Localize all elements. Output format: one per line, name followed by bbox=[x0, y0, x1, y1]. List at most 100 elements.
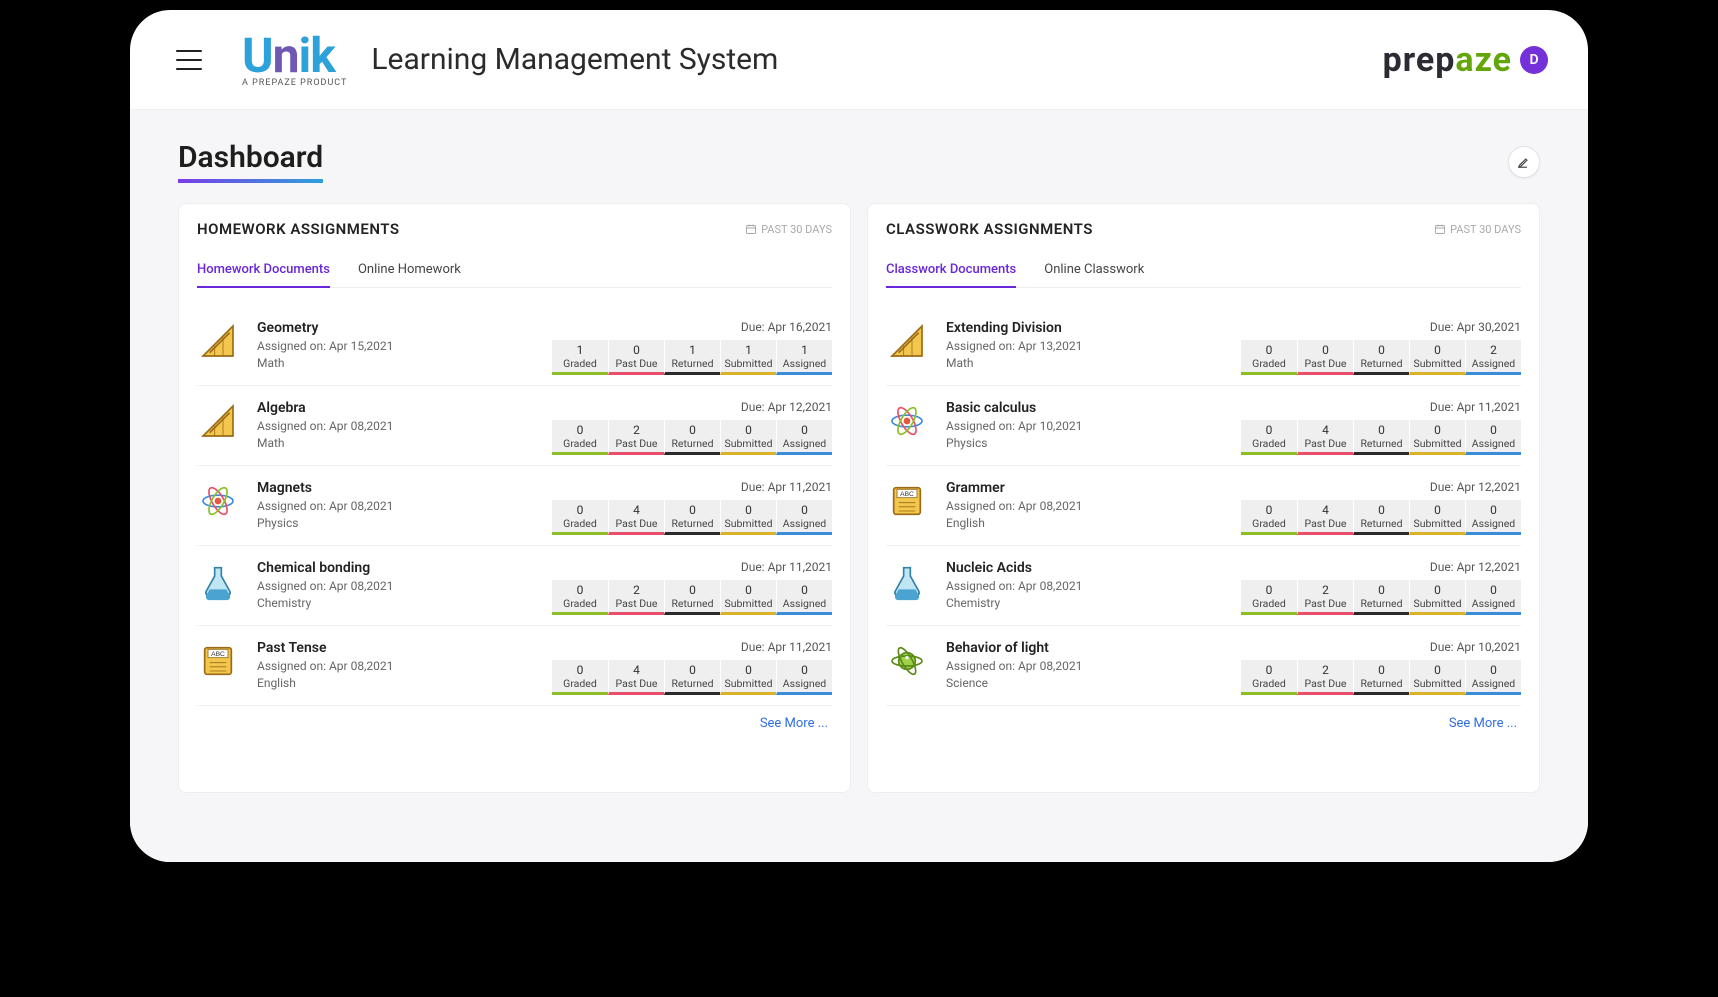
tab-online-homework[interactable]: Online Homework bbox=[358, 256, 461, 287]
assignment-due: Due: Apr 11,2021 bbox=[552, 640, 832, 654]
stat-assigned[interactable]: 2Assigned bbox=[1465, 340, 1521, 375]
assignment-subject: English bbox=[257, 675, 534, 692]
stat-pastdue[interactable]: 4Past Due bbox=[1297, 500, 1353, 535]
assignment-row[interactable]: Chemical bonding Assigned on: Apr 08,202… bbox=[197, 546, 832, 626]
assignment-assigned: Assigned on: Apr 08,2021 bbox=[257, 578, 534, 595]
stat-returned[interactable]: 0Returned bbox=[1353, 660, 1409, 695]
brand-unik: Unik A PREPAZE PRODUCT bbox=[242, 32, 347, 88]
assignment-due: Due: Apr 16,2021 bbox=[552, 320, 832, 334]
svg-text:ABC: ABC bbox=[211, 651, 225, 658]
app-title: Learning Management System bbox=[371, 42, 778, 77]
assignment-row[interactable]: ABC Grammer Assigned on: Apr 08,2021 Eng… bbox=[886, 466, 1521, 546]
stat-submitted[interactable]: 1Submitted bbox=[720, 340, 776, 375]
calendar-icon bbox=[1434, 223, 1446, 235]
stat-returned[interactable]: 0Returned bbox=[1353, 420, 1409, 455]
assignment-title: Magnets bbox=[257, 480, 534, 496]
app-frame: Unik A PREPAZE PRODUCT Learning Manageme… bbox=[0, 0, 1718, 997]
panel-title: CLASSWORK ASSIGNMENTS bbox=[886, 220, 1093, 238]
stat-pastdue[interactable]: 2Past Due bbox=[1297, 580, 1353, 615]
stat-pastdue[interactable]: 4Past Due bbox=[1297, 420, 1353, 455]
assignment-subject: Chemistry bbox=[946, 595, 1223, 612]
tab-online-classwork[interactable]: Online Classwork bbox=[1044, 256, 1144, 287]
stat-pastdue[interactable]: 0Past Due bbox=[608, 340, 664, 375]
stat-graded[interactable]: 0Graded bbox=[1241, 660, 1297, 695]
see-more-link[interactable]: See More ... bbox=[197, 706, 832, 737]
assignment-row[interactable]: Magnets Assigned on: Apr 08,2021 Physics… bbox=[197, 466, 832, 546]
stat-submitted[interactable]: 0Submitted bbox=[720, 660, 776, 695]
assignment-title: Extending Division bbox=[946, 320, 1223, 336]
assignment-title: Behavior of light bbox=[946, 640, 1223, 656]
stat-returned[interactable]: 0Returned bbox=[664, 420, 720, 455]
math-icon bbox=[197, 320, 239, 362]
stat-submitted[interactable]: 0Submitted bbox=[720, 580, 776, 615]
assignment-title: Chemical bonding bbox=[257, 560, 534, 576]
stat-pastdue[interactable]: 2Past Due bbox=[1297, 660, 1353, 695]
stat-submitted[interactable]: 0Submitted bbox=[720, 420, 776, 455]
stat-assigned[interactable]: 0Assigned bbox=[776, 500, 832, 535]
assignment-assigned: Assigned on: Apr 10,2021 bbox=[946, 418, 1223, 435]
stat-returned[interactable]: 0Returned bbox=[664, 580, 720, 615]
assignment-title: Basic calculus bbox=[946, 400, 1223, 416]
tab-classwork-documents[interactable]: Classwork Documents bbox=[886, 256, 1016, 287]
stat-assigned[interactable]: 0Assigned bbox=[1465, 660, 1521, 695]
assignment-stats: 0Graded 4Past Due 0Returned 0Submitted 0… bbox=[1241, 500, 1521, 535]
stat-pastdue[interactable]: 4Past Due bbox=[608, 660, 664, 695]
stat-assigned[interactable]: 0Assigned bbox=[776, 660, 832, 695]
stat-graded[interactable]: 0Graded bbox=[552, 500, 608, 535]
panels-row: HOMEWORK ASSIGNMENTS PAST 30 DAYS Homewo… bbox=[178, 203, 1540, 793]
stat-pastdue[interactable]: 0Past Due bbox=[1297, 340, 1353, 375]
stat-submitted[interactable]: 0Submitted bbox=[1409, 660, 1465, 695]
stat-submitted[interactable]: 0Submitted bbox=[1409, 580, 1465, 615]
assignment-row[interactable]: Behavior of light Assigned on: Apr 08,20… bbox=[886, 626, 1521, 706]
assignment-row[interactable]: ABC Past Tense Assigned on: Apr 08,2021 … bbox=[197, 626, 832, 706]
stat-assigned[interactable]: 0Assigned bbox=[1465, 580, 1521, 615]
stat-pastdue[interactable]: 2Past Due bbox=[608, 420, 664, 455]
stat-graded[interactable]: 1Graded bbox=[552, 340, 608, 375]
stat-returned[interactable]: 0Returned bbox=[664, 500, 720, 535]
menu-icon[interactable] bbox=[176, 50, 202, 70]
stat-returned[interactable]: 0Returned bbox=[1353, 340, 1409, 375]
assignment-stats: 0Graded 2Past Due 0Returned 0Submitted 0… bbox=[552, 580, 832, 615]
assignment-subject: Science bbox=[946, 675, 1223, 692]
assignment-subject: Chemistry bbox=[257, 595, 534, 612]
stat-graded[interactable]: 0Graded bbox=[1241, 500, 1297, 535]
assignment-due: Due: Apr 12,2021 bbox=[1241, 480, 1521, 494]
assignment-row[interactable]: Nucleic Acids Assigned on: Apr 08,2021 C… bbox=[886, 546, 1521, 626]
stat-pastdue[interactable]: 4Past Due bbox=[608, 500, 664, 535]
stat-submitted[interactable]: 0Submitted bbox=[1409, 420, 1465, 455]
user-avatar[interactable]: D bbox=[1520, 46, 1548, 74]
prepaze-logo: prepaze bbox=[1383, 40, 1512, 80]
assignment-due: Due: Apr 11,2021 bbox=[552, 560, 832, 574]
assignment-subject: Physics bbox=[946, 435, 1223, 452]
assignment-stats: 0Graded 4Past Due 0Returned 0Submitted 0… bbox=[1241, 420, 1521, 455]
stat-submitted[interactable]: 0Submitted bbox=[720, 500, 776, 535]
stat-returned[interactable]: 0Returned bbox=[1353, 580, 1409, 615]
stat-graded[interactable]: 0Graded bbox=[1241, 420, 1297, 455]
assignment-row[interactable]: Geometry Assigned on: Apr 15,2021 Math D… bbox=[197, 306, 832, 386]
stat-assigned[interactable]: 1Assigned bbox=[776, 340, 832, 375]
assignment-row[interactable]: Algebra Assigned on: Apr 08,2021 Math Du… bbox=[197, 386, 832, 466]
stat-graded[interactable]: 0Graded bbox=[552, 660, 608, 695]
stat-pastdue[interactable]: 2Past Due bbox=[608, 580, 664, 615]
stat-returned[interactable]: 0Returned bbox=[1353, 500, 1409, 535]
stat-submitted[interactable]: 0Submitted bbox=[1409, 340, 1465, 375]
assignment-row[interactable]: Basic calculus Assigned on: Apr 10,2021 … bbox=[886, 386, 1521, 466]
assignment-row[interactable]: Extending Division Assigned on: Apr 13,2… bbox=[886, 306, 1521, 386]
stat-assigned[interactable]: 0Assigned bbox=[1465, 420, 1521, 455]
stat-graded[interactable]: 0Graded bbox=[1241, 340, 1297, 375]
see-more-link[interactable]: See More ... bbox=[886, 706, 1521, 737]
tab-homework-documents[interactable]: Homework Documents bbox=[197, 256, 330, 287]
assignment-due: Due: Apr 12,2021 bbox=[552, 400, 832, 414]
assignment-assigned: Assigned on: Apr 08,2021 bbox=[257, 658, 534, 675]
science-icon bbox=[886, 640, 928, 682]
stat-graded[interactable]: 0Graded bbox=[552, 420, 608, 455]
stat-assigned[interactable]: 0Assigned bbox=[1465, 500, 1521, 535]
stat-graded[interactable]: 0Graded bbox=[1241, 580, 1297, 615]
stat-returned[interactable]: 0Returned bbox=[664, 660, 720, 695]
edit-button[interactable] bbox=[1508, 146, 1540, 178]
stat-assigned[interactable]: 0Assigned bbox=[776, 580, 832, 615]
stat-submitted[interactable]: 0Submitted bbox=[1409, 500, 1465, 535]
stat-returned[interactable]: 1Returned bbox=[664, 340, 720, 375]
stat-graded[interactable]: 0Graded bbox=[552, 580, 608, 615]
stat-assigned[interactable]: 0Assigned bbox=[776, 420, 832, 455]
